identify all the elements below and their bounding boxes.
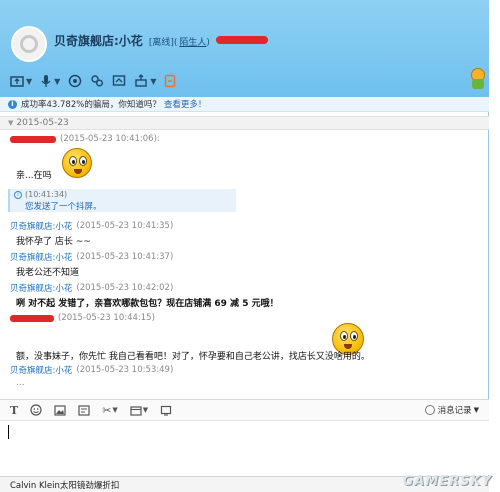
message-input[interactable] (0, 420, 489, 475)
date-separator: ▼ 2015-05-23 (0, 116, 489, 130)
chat-window: 贝奇旗舰店:小花 [离线]( 陌生人 ) ▼ ▼ ▼ i 成功率43.782%的… (0, 0, 489, 492)
font-icon: T (10, 403, 19, 417)
security-tip-bar: i 成功率43.782%的骗局，你知道吗？ 查看更多！ (0, 97, 489, 112)
chat-toolbar: ▼ ▼ ▼ (10, 71, 176, 91)
system-message: i (10:41:34) 您发送了一个抖屏。 (8, 189, 236, 212)
chevron-down-icon: ▼ (473, 406, 479, 414)
redacted-sender (10, 135, 56, 143)
stranger-link[interactable]: 陌生人 (179, 35, 206, 48)
message-header: 贝奇旗舰店:小花 (2015-05-23 10:53:49) (10, 364, 173, 376)
status-label: [离线]( (148, 38, 178, 48)
message-time: (2015-05-23 10:44:15) (58, 313, 155, 323)
calendar-icon (130, 405, 142, 416)
video-icon (69, 74, 82, 88)
chevron-down-icon: ▼ (26, 76, 33, 86)
shocked-face-emoji-icon (62, 148, 92, 178)
sender-name[interactable]: 贝奇旗舰店:小花 (10, 220, 72, 232)
redacted-sender (10, 314, 54, 322)
remote-icon (135, 74, 148, 87)
message-text: 咧 对不起 发错了，亲喜欢哪款包包？现在店铺满 69 减 5 元哦！ (16, 299, 279, 309)
shake-button[interactable] (160, 405, 172, 416)
image-button[interactable] (54, 404, 66, 416)
send-file-icon (10, 76, 24, 87)
watermark: GAMERSKY (402, 474, 492, 489)
ad-text[interactable]: Calvin Klein太阳镜劲爆折扣 (10, 479, 119, 491)
screenshot-button[interactable]: ✂ ▼ (102, 404, 118, 417)
voice-icon (41, 75, 51, 87)
system-text: 您发送了一个抖屏。 (25, 202, 102, 212)
tip-more-link[interactable]: 查看更多！ (164, 98, 207, 110)
sender-name[interactable]: 贝奇旗舰店:小花 (10, 251, 72, 263)
send-file-button[interactable]: ▼ (10, 71, 32, 91)
message-text: ... (16, 378, 25, 388)
avatar[interactable] (11, 26, 47, 62)
contact-name[interactable]: 贝奇旗舰店:小花 (54, 32, 143, 49)
message-header: 贝奇旗舰店:小花 (2015-05-23 10:42:02) (10, 282, 173, 294)
rich-text-button[interactable] (78, 404, 90, 416)
remote-assist-button[interactable]: ▼ (134, 71, 156, 91)
title-row: 贝奇旗舰店:小花 [离线]( 陌生人 ) (54, 32, 268, 49)
message-header: (2015-05-23 10:44:15) (10, 313, 155, 323)
chevron-down-icon: ▼ (150, 76, 157, 86)
message-list[interactable]: (2015-05-23 10:41:06): 亲...在吗 i (10:41:34… (0, 130, 480, 395)
smiley-icon (30, 404, 42, 416)
group-chat-icon (91, 75, 104, 87)
date-label: 2015-05-23 (16, 118, 69, 128)
message-header: 贝奇旗舰店:小花 (2015-05-23 10:41:37) (10, 251, 173, 263)
voice-button[interactable]: ▼ (40, 71, 60, 91)
group-chat-button[interactable] (90, 71, 104, 91)
text-cursor (8, 425, 9, 439)
tip-text: 成功率43.782%的骗局，你知道吗？ (21, 100, 161, 110)
text-box-icon (78, 404, 90, 416)
chevron-down-icon: ▼ (142, 406, 149, 414)
app-icon (165, 74, 176, 88)
message-header: (2015-05-23 10:41:06): (10, 134, 160, 144)
message-text: 额，没事妹子，你先忙 我自己看看吧！对了，怀孕要和自己老公讲，找店长又没啥用的。 (16, 352, 370, 362)
system-time: (10:41:34) (25, 190, 68, 199)
message-text: 亲...在吗 (16, 171, 52, 181)
message-history-button[interactable]: 消息记录 ▼ (424, 404, 479, 416)
chevron-down-icon: ▼ (112, 406, 118, 414)
message-time: (2015-05-23 10:41:06): (60, 134, 160, 144)
video-button[interactable] (68, 71, 82, 91)
app-button[interactable] (164, 71, 176, 91)
info-icon: i (8, 99, 17, 109)
mascot-icon[interactable] (469, 66, 487, 90)
sender-name[interactable]: 贝奇旗舰店:小花 (10, 364, 72, 376)
message-time: (2015-05-23 10:42:02) (76, 283, 174, 293)
share-screen-button[interactable] (112, 71, 126, 91)
message-time: (2015-05-23 10:53:49) (76, 365, 174, 375)
message-text: 我怀孕了 店长 ~~ (16, 237, 91, 247)
image-icon (54, 404, 66, 416)
redacted-signature (215, 36, 268, 44)
status-close-paren: ) (206, 38, 210, 48)
message-header: 贝奇旗舰店:小花 (2015-05-23 10:41:35) (10, 220, 173, 232)
message-time: (2015-05-23 10:41:37) (76, 252, 174, 262)
history-label: 消息记录 (437, 406, 472, 416)
message-text: 我老公还不知道 (16, 268, 80, 278)
font-button[interactable]: T (10, 404, 18, 417)
collapse-triangle-icon[interactable]: ▼ (8, 119, 13, 127)
message-time: (2015-05-23 10:41:35) (76, 221, 174, 231)
clock-icon (424, 405, 435, 415)
info-icon: i (14, 190, 22, 199)
scissors-icon: ✂ (102, 403, 112, 417)
input-toolbar: T ✂ ▼ ▼ 消息记录 ▼ (0, 399, 489, 420)
emoji-button[interactable] (30, 404, 42, 416)
sender-name[interactable]: 贝奇旗舰店:小花 (10, 282, 72, 294)
more-tools-button[interactable]: ▼ (130, 405, 148, 416)
avatar-placeholder-icon (20, 35, 38, 53)
chat-header: 贝奇旗舰店:小花 [离线]( 陌生人 ) ▼ ▼ ▼ (0, 0, 489, 99)
chevron-down-icon: ▼ (54, 76, 61, 86)
shake-window-icon (161, 405, 172, 416)
share-screen-icon (113, 75, 126, 86)
